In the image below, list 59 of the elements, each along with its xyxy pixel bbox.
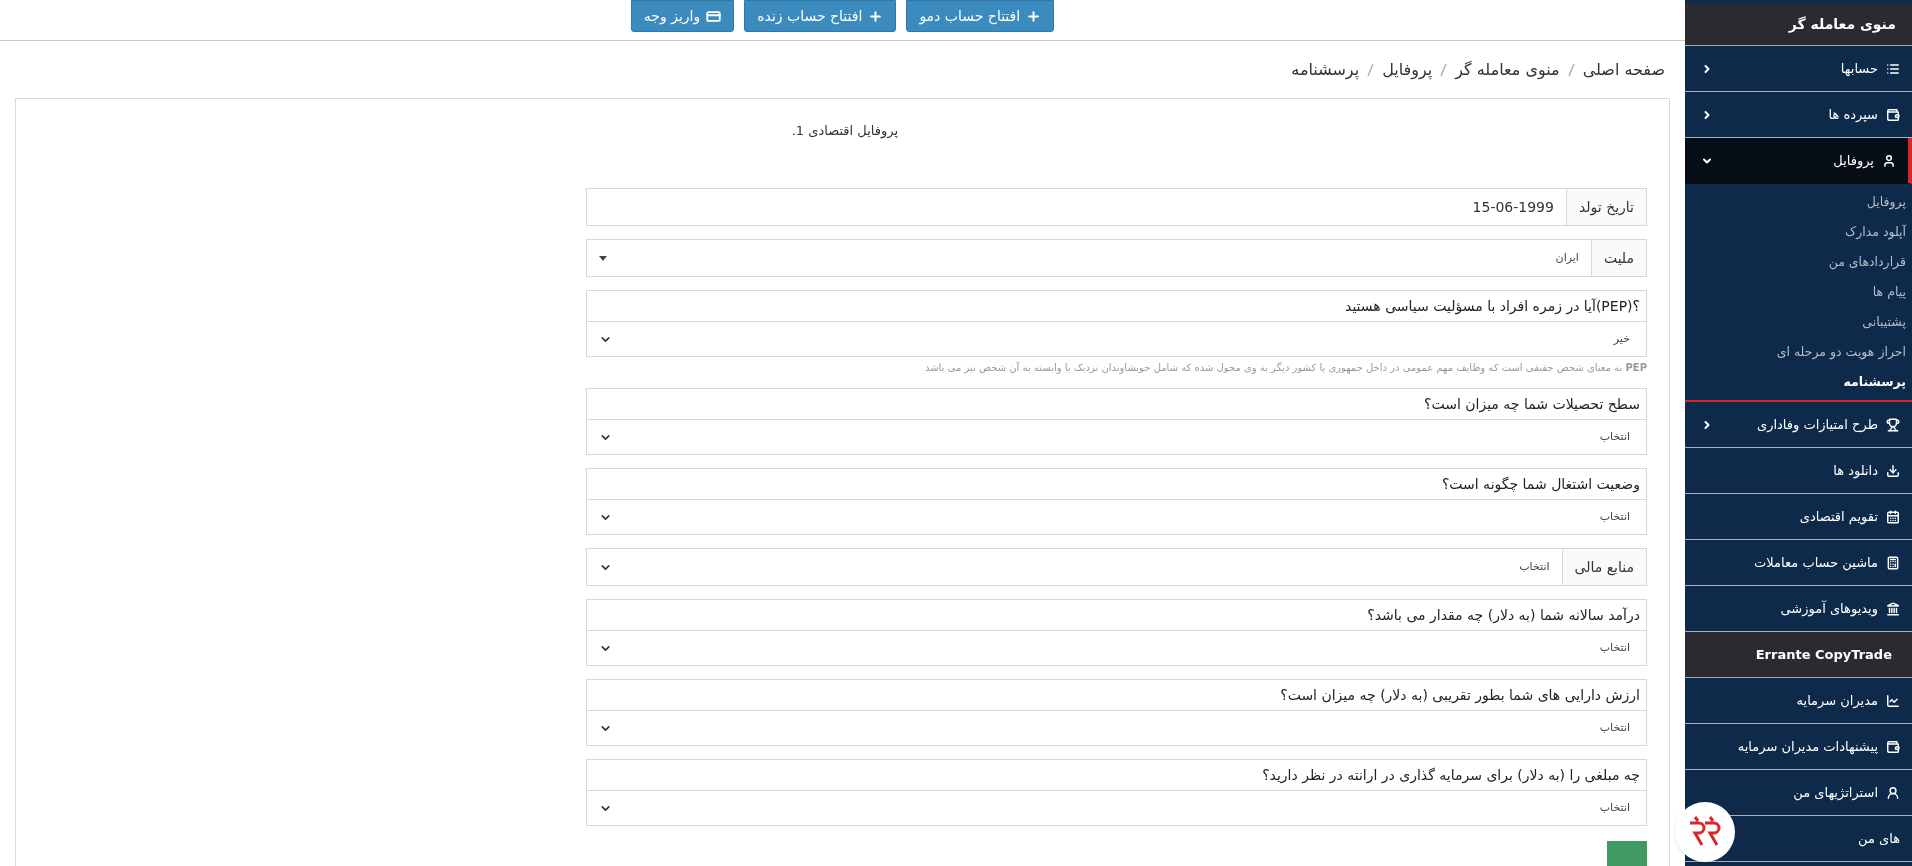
field-label: ملیت (1590, 240, 1646, 276)
sidebar-item[interactable]: پروفایل (1685, 138, 1912, 184)
submenu-item[interactable]: قراردادهای من (1685, 247, 1912, 277)
nationality-dropdown[interactable]: ایران (587, 240, 1591, 276)
submenu-item[interactable]: پروفایل (1685, 187, 1912, 217)
trophy-icon (1886, 417, 1900, 432)
plus-icon (1026, 8, 1042, 24)
chart-icon (1886, 693, 1900, 708)
sidebar-item[interactable]: تقویم اقتصادی (1685, 494, 1912, 540)
question-label: چه مبلغی را (به دلار) برای سرمایه گذاری در ارانته در نظر دارید؟ (587, 760, 1646, 791)
breadcrumb-link[interactable]: صفحه اصلی (1582, 57, 1665, 82)
list-icon (1886, 61, 1900, 76)
download-icon (1886, 463, 1900, 478)
form-title: پروفایل اقتصادی 1. (790, 122, 898, 141)
section-header: Errante CopyTrade (1685, 632, 1912, 678)
submenu-item[interactable]: پیام ها (1685, 277, 1912, 307)
top-button[interactable]: افتتاح حساب زنده (744, 0, 897, 32)
select-field[interactable]: خیر (587, 322, 1646, 356)
user-icon (1882, 153, 1896, 168)
breadcrumb-separator-icon (1440, 62, 1448, 77)
submenu-item[interactable]: پرسشنامه (1685, 367, 1912, 397)
submenu-item[interactable]: احراز هویت دو مرحله ای (1685, 337, 1912, 367)
plus-icon (868, 8, 884, 24)
sidebar-header: منوی معامله گر (1685, 3, 1912, 46)
card-icon (706, 8, 722, 24)
top-button[interactable]: واریز وجه (630, 0, 735, 32)
select-field[interactable]: انتخاب (587, 791, 1646, 825)
select-field[interactable]: انتخاب (587, 420, 1646, 454)
breadcrumb-link[interactable]: پرسشنامه (1291, 57, 1360, 82)
breadcrumb-separator-icon (1567, 62, 1575, 77)
calculator-icon (1886, 555, 1900, 570)
sidebar-item[interactable]: مدیران سرمایه (1685, 678, 1912, 724)
select-field[interactable]: انتخاب (587, 711, 1646, 745)
wallet-icon (1886, 739, 1900, 754)
select-field[interactable]: انتخاب (587, 631, 1646, 665)
breadcrumb-separator-icon (1367, 62, 1375, 77)
question-label: درآمد سالانه شما (به دلار) چه مقدار می باشد؟ (587, 600, 1646, 631)
wallet-icon (1886, 107, 1900, 122)
sidebar-item[interactable]: ماشین حساب معاملات (1685, 540, 1912, 586)
chat-logo-button[interactable] (1675, 802, 1735, 862)
top-button[interactable]: افتتاح حساب دمو (906, 0, 1055, 32)
calendar-icon (1886, 509, 1900, 524)
breadcrumb-link[interactable]: منوی معامله گر (1455, 57, 1560, 82)
select-field[interactable]: انتخاب (587, 500, 1646, 534)
question-label: وضعیت اشتغال شما چگونه است؟ (587, 469, 1646, 500)
sidebar-item[interactable]: پیشنهادات مدیران سرمایه (1685, 724, 1912, 770)
user-icon (1886, 785, 1900, 800)
submenu-item[interactable]: پشتیبانی (1685, 307, 1912, 337)
sidebar-item[interactable]: های من (1858, 830, 1900, 846)
question-label: ؟(PEP)آیا در زمره افراد با مسؤلیت سیاسی هستید (587, 291, 1646, 322)
submenu-item[interactable]: آپلود مدارک (1685, 217, 1912, 247)
sidebar-item[interactable]: دانلود ها (1685, 448, 1912, 494)
question-label: سطح تحصیلات شما چه میزان است؟ (587, 389, 1646, 420)
bank-icon (1886, 601, 1900, 616)
caret-down-icon (599, 255, 607, 261)
breadcrumb-link[interactable]: پروفایل (1382, 57, 1433, 82)
sidebar-item[interactable]: طرح امتیازات وفاداری (1685, 402, 1912, 448)
question-label: ارزش دارایی های شما بطور تقریبی (به دلار) چه میزان است؟ (587, 680, 1646, 711)
sidebar-item[interactable]: حسابها (1685, 46, 1912, 92)
